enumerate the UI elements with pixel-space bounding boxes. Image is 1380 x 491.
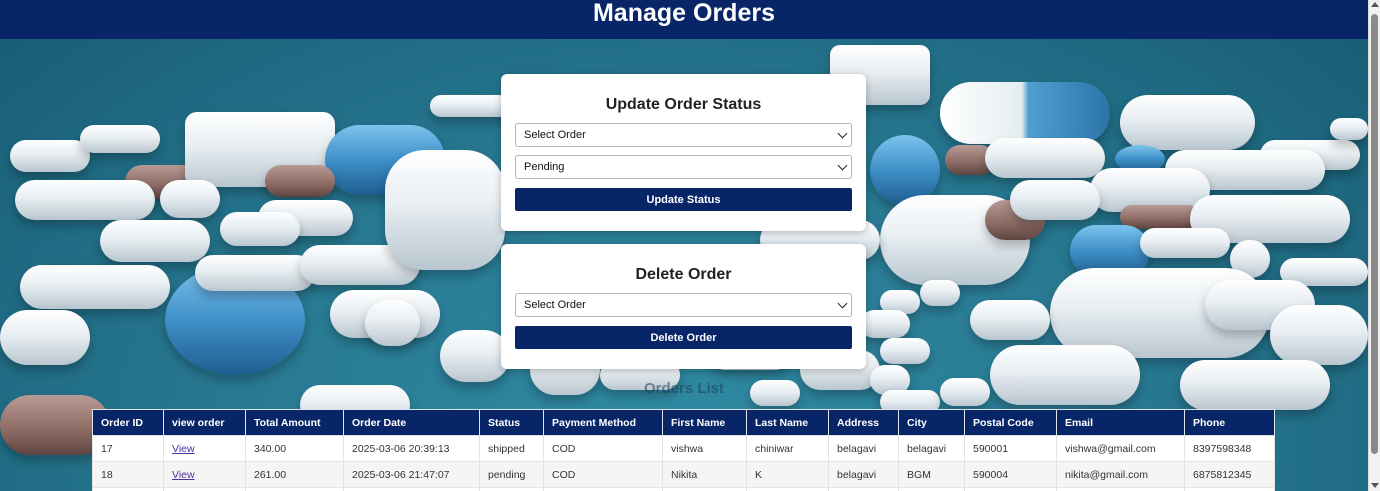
page-title: Manage Orders [592,0,775,27]
update-card-title: Update Order Status [605,96,762,113]
column-header: Payment Method [543,409,663,436]
postal-code-cell [964,487,1057,491]
order-id-cell: 17 [92,435,164,462]
last-name-cell [746,487,829,491]
orders-table: Order ID view order Total Amount Order D… [92,409,1275,491]
address-cell: belagavi [828,461,899,488]
city-cell: belagavi [898,435,965,462]
update-order-status-card: Update Order Status Select Order Pending… [501,74,866,231]
payment-method-cell: COD [543,435,663,462]
total-amount-cell [245,487,344,491]
column-header: Last Name [746,409,829,436]
order-date-cell: 2025-03-06 20:39:13 [343,435,480,462]
last-name-cell: K [746,461,829,488]
email-cell: nikita@gmail.com [1056,461,1185,488]
scroll-up-arrow-icon[interactable] [1371,2,1379,7]
update-status-button[interactable]: Update Status [515,188,852,211]
order-date-cell: 2025-03-06 21:47:07 [343,461,480,488]
phone-cell: 6875812345 [1184,461,1275,488]
table-header-row: Order ID view order Total Amount Order D… [92,409,1275,436]
column-header: City [898,409,965,436]
delete-card-title: Delete Order [635,266,732,283]
column-header: view order [163,409,246,436]
column-header: Phone [1184,409,1275,436]
delete-order-select[interactable]: Select Order [515,293,852,317]
payment-method-cell: COD [543,461,663,488]
column-header: Email [1056,409,1185,436]
order-id-cell: 18 [92,461,164,488]
postal-code-cell: 590001 [964,435,1057,462]
table-row [92,487,1275,491]
view-order-cell: View [163,461,246,488]
delete-order-card: Delete Order Select Order Delete Order [501,244,866,369]
column-header: Order Date [343,409,480,436]
status-select[interactable]: Pending [515,155,852,179]
view-order-cell [163,487,246,491]
email-cell [1056,487,1185,491]
view-order-cell: View [163,435,246,462]
column-header: Address [828,409,899,436]
first-name-cell: vishwa [662,435,747,462]
page-header: Manage Orders [0,0,1368,39]
column-header: Postal Code [964,409,1057,436]
total-amount-cell: 340.00 [245,435,344,462]
orders-list-title: Orders List [643,380,725,397]
last-name-cell: chiniwar [746,435,829,462]
update-order-select-value: Select Order [524,129,586,141]
postal-code-cell: 590004 [964,461,1057,488]
phone-cell [1184,487,1275,491]
scrollbar-thumb[interactable] [1371,14,1378,454]
scroll-down-arrow-icon[interactable] [1371,483,1379,488]
city-cell: BGM [898,461,965,488]
status-select-value: Pending [524,161,565,173]
chevron-down-icon [837,128,848,139]
column-header: Total Amount [245,409,344,436]
delete-order-select-value: Select Order [524,299,586,311]
order-id-cell [92,487,164,491]
email-cell: vishwa@gmail.com [1056,435,1185,462]
first-name-cell: Nikita [662,461,747,488]
status-cell: pending [479,461,544,488]
address-cell [828,487,899,491]
view-order-link[interactable]: View [172,443,195,455]
chevron-down-icon [837,160,848,171]
view-order-link[interactable]: View [172,469,195,481]
table-row: 17 View 340.00 2025-03-06 20:39:13 shipp… [92,435,1275,462]
chevron-down-icon [837,298,848,309]
first-name-cell [662,487,747,491]
status-cell: shipped [479,435,544,462]
vertical-scrollbar[interactable] [1368,0,1380,491]
column-header: Order ID [92,409,164,436]
payment-method-cell [543,487,663,491]
update-order-select[interactable]: Select Order [515,123,852,147]
column-header: Status [479,409,544,436]
order-date-cell [343,487,480,491]
total-amount-cell: 261.00 [245,461,344,488]
city-cell [898,487,965,491]
delete-order-button[interactable]: Delete Order [515,326,852,349]
table-row: 18 View 261.00 2025-03-06 21:47:07 pendi… [92,461,1275,488]
address-cell: belagavi [828,435,899,462]
status-cell [479,487,544,491]
column-header: First Name [662,409,747,436]
phone-cell: 8397598348 [1184,435,1275,462]
